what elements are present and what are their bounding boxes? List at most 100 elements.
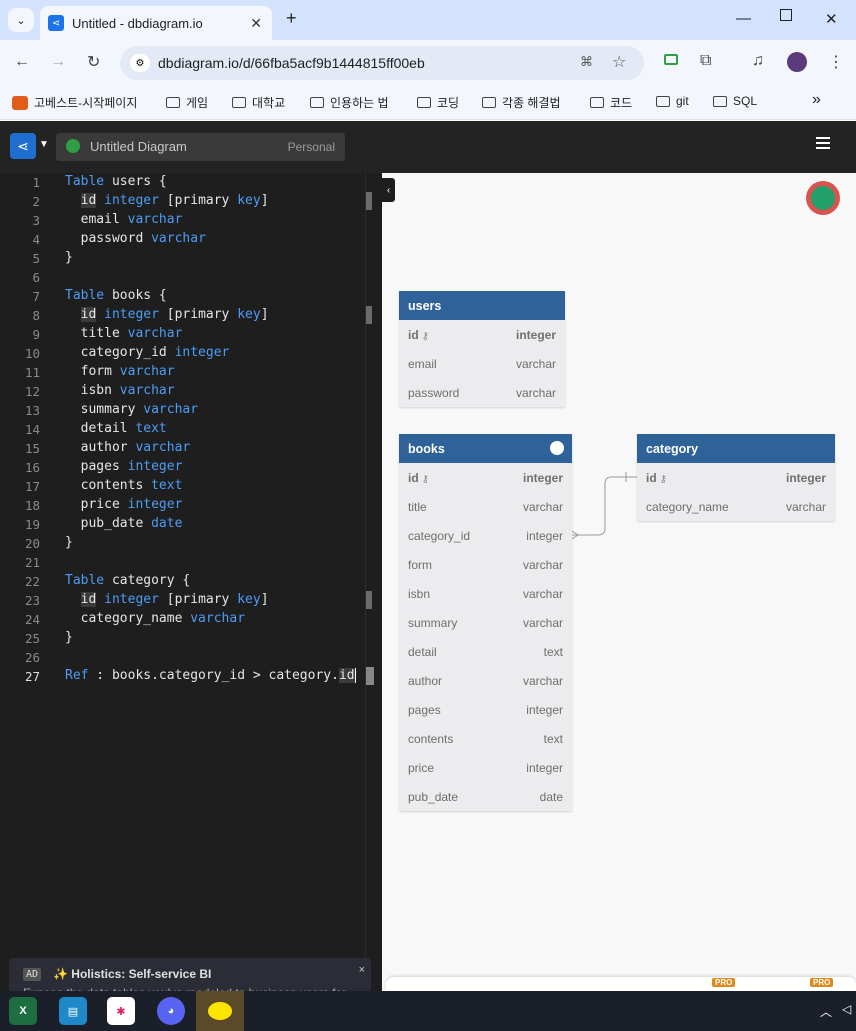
address-bar[interactable]: ⚙ dbdiagram.io/d/66fba5acf9b1444815ff00e… bbox=[120, 46, 644, 80]
table-users[interactable]: users id ⚷ integer email varchar password va… bbox=[399, 291, 565, 407]
table-row[interactable]: id ⚷ integer bbox=[637, 463, 835, 492]
forward-icon[interactable]: → bbox=[50, 53, 66, 71]
table-row[interactable]: category_id integer bbox=[399, 521, 572, 550]
bookmark-folder[interactable]: 게임 bbox=[166, 94, 208, 111]
table-header[interactable]: category bbox=[637, 434, 835, 463]
excel-icon[interactable]: X bbox=[9, 997, 37, 1025]
dbdiagram-favicon-icon: ⋖ bbox=[48, 15, 64, 31]
user-avatar[interactable] bbox=[806, 181, 840, 215]
folder-icon bbox=[166, 97, 180, 108]
translate-icon[interactable]: ⌘ bbox=[580, 54, 593, 70]
profile-avatar[interactable] bbox=[787, 52, 807, 72]
table-row[interactable]: id ⚷ integer bbox=[399, 463, 572, 492]
kakaotalk-icon[interactable] bbox=[196, 991, 244, 1031]
code-line-active: 27 Ref : books.category_id > category.id bbox=[24, 668, 356, 684]
scroll-marker bbox=[366, 192, 372, 210]
table-category[interactable]: category id ⚷ integer category_name varchar bbox=[637, 434, 835, 521]
extension-green-icon[interactable] bbox=[664, 54, 678, 65]
code-line: 16 pages integer bbox=[24, 459, 183, 475]
table-row[interactable]: isbn varchar bbox=[399, 579, 572, 608]
table-row[interactable]: detail text bbox=[399, 637, 572, 666]
browser-tab[interactable]: ⋖ Untitled - dbdiagram.io ✕ bbox=[40, 6, 272, 40]
code-line: 7 Table books { bbox=[32, 288, 167, 304]
bookmark-folder[interactable]: SQL bbox=[713, 94, 757, 108]
bookmark-folder[interactable]: 인용하는 법 bbox=[310, 94, 389, 111]
notes-app-icon[interactable]: ▤ bbox=[59, 997, 87, 1025]
table-row[interactable]: pub_date date bbox=[399, 782, 572, 811]
palette-icon[interactable] bbox=[550, 441, 564, 455]
avatar-image bbox=[811, 186, 835, 210]
code-line: 4 password varchar bbox=[32, 231, 206, 247]
code-line: 17 contents text bbox=[24, 478, 183, 494]
bookmark-folder[interactable]: 대학교 bbox=[232, 94, 285, 111]
collapse-editor-icon[interactable]: ‹ bbox=[382, 178, 395, 202]
dbdiagram-logo-icon[interactable]: ⋖ bbox=[10, 133, 36, 159]
code-editor[interactable]: 1 Table users { 2 id integer [primary key… bbox=[0, 173, 382, 1000]
table-row[interactable]: category_name varchar bbox=[637, 492, 835, 521]
table-row[interactable]: password varchar bbox=[399, 378, 565, 407]
close-window-icon[interactable]: ✕ bbox=[825, 10, 838, 28]
extensions-puzzle-icon[interactable]: ⧉ bbox=[700, 52, 711, 70]
bookmark-folder[interactable]: git bbox=[656, 94, 689, 108]
maximize-icon[interactable] bbox=[780, 9, 792, 21]
bookmarks-bar: 고베스트-시작페이지 게임 대학교 인용하는 법 코딩 각종 해결법 코드 gi… bbox=[0, 86, 856, 120]
table-row[interactable]: price integer bbox=[399, 753, 572, 782]
slack-icon[interactable]: ✱ bbox=[107, 997, 135, 1025]
more-bookmarks-icon[interactable]: » bbox=[812, 91, 821, 109]
table-row[interactable]: title varchar bbox=[399, 492, 572, 521]
table-row[interactable]: author varchar bbox=[399, 666, 572, 695]
table-header[interactable]: users bbox=[399, 291, 565, 320]
bookmark-folder[interactable]: 각종 해결법 bbox=[482, 94, 561, 111]
browser-toolbar: ← → ↻ ⚙ dbdiagram.io/d/66fba5acf9b144481… bbox=[0, 40, 856, 86]
folder-icon bbox=[482, 97, 496, 108]
discord-icon[interactable]: ◕ bbox=[157, 997, 185, 1025]
code-line: 1 Table users { bbox=[32, 174, 167, 190]
code-line: 3 email varchar bbox=[32, 212, 183, 228]
table-row[interactable]: contents text bbox=[399, 724, 572, 753]
diagram-name: Untitled Diagram bbox=[90, 139, 187, 154]
media-control-icon[interactable]: ♫ bbox=[752, 52, 764, 70]
text-cursor bbox=[354, 668, 356, 683]
diagram-name-field[interactable]: Untitled Diagram Personal bbox=[56, 133, 345, 161]
relationship-line[interactable] bbox=[560, 470, 640, 550]
editor-scrollbar[interactable] bbox=[365, 173, 382, 991]
browser-title-bar: ⌄ ⋖ Untitled - dbdiagram.io ✕ + — ✕ bbox=[0, 0, 856, 40]
browser-menu-icon[interactable]: ⋮ bbox=[828, 52, 844, 72]
scroll-marker bbox=[366, 591, 372, 609]
folder-icon bbox=[417, 97, 431, 108]
kakaotalk-bubble-icon bbox=[208, 1002, 232, 1020]
code-line: 6 bbox=[32, 270, 40, 285]
ad-close-icon[interactable]: × bbox=[359, 964, 365, 976]
bookmark-item[interactable]: 고베스트-시작페이지 bbox=[12, 94, 137, 111]
bookmark-folder[interactable]: 코딩 bbox=[417, 94, 459, 111]
tab-search-button[interactable]: ⌄ bbox=[8, 8, 34, 32]
volume-icon[interactable]: ◁ bbox=[842, 1002, 851, 1016]
minimize-icon[interactable]: — bbox=[736, 10, 751, 27]
site-info-icon[interactable]: ⚙ bbox=[130, 54, 150, 72]
new-tab-icon[interactable]: + bbox=[286, 8, 297, 29]
code-line: 12 isbn varchar bbox=[24, 383, 175, 399]
code-line: 25} bbox=[24, 630, 73, 646]
folder-icon bbox=[310, 97, 324, 108]
reload-icon[interactable]: ↻ bbox=[87, 52, 100, 72]
key-icon: ⚷ bbox=[421, 331, 429, 342]
table-row[interactable]: id ⚷ integer bbox=[399, 320, 565, 349]
table-row[interactable]: summary varchar bbox=[399, 608, 572, 637]
code-line: 22 Table category { bbox=[24, 573, 191, 589]
table-row[interactable]: form varchar bbox=[399, 550, 572, 579]
table-row[interactable]: pages integer bbox=[399, 695, 572, 724]
code-line: 10 category_id integer bbox=[24, 345, 230, 361]
hamburger-menu-icon[interactable] bbox=[816, 137, 830, 151]
back-icon[interactable]: ← bbox=[14, 53, 30, 71]
bookmark-star-icon[interactable]: ☆ bbox=[612, 52, 626, 72]
table-row[interactable]: email varchar bbox=[399, 349, 565, 378]
chevron-down-icon[interactable]: ▼ bbox=[39, 139, 49, 150]
tab-close-icon[interactable]: ✕ bbox=[250, 15, 262, 32]
tray-chevron-icon[interactable]: ︿ bbox=[820, 1003, 832, 1020]
key-icon: ⚷ bbox=[659, 474, 667, 485]
code-line: 5} bbox=[32, 250, 73, 266]
bookmark-folder[interactable]: 코드 bbox=[590, 94, 632, 111]
pro-badge: PRO bbox=[712, 978, 736, 987]
table-header[interactable]: books bbox=[399, 434, 572, 463]
table-books[interactable]: books id ⚷ integer title varchar category_i… bbox=[399, 434, 572, 811]
